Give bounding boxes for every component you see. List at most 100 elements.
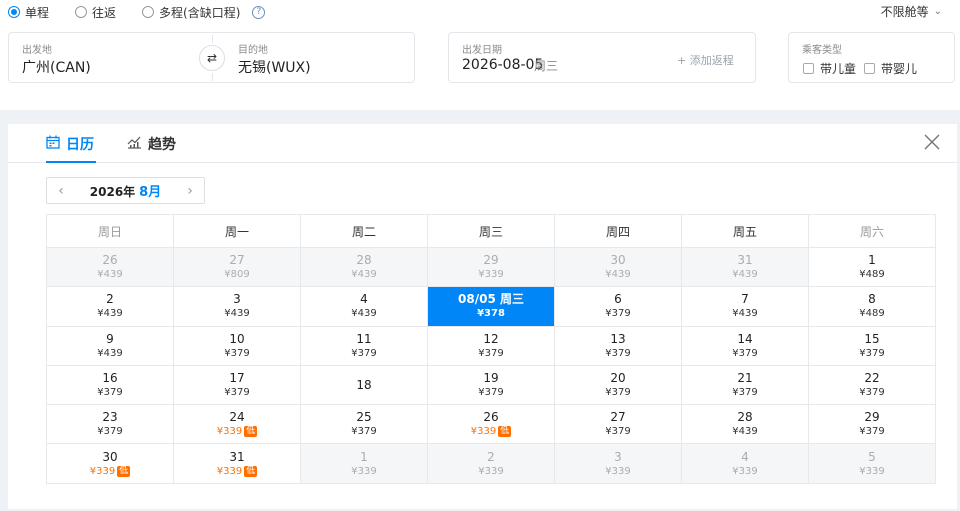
- calendar-day-cell[interactable]: 2 ¥439: [47, 287, 174, 327]
- day-number: 16: [102, 371, 118, 386]
- day-number: 31: [229, 449, 245, 464]
- calendar-day-cell[interactable]: 5 ¥339: [809, 444, 936, 484]
- calendar-day-cell[interactable]: 18: [301, 365, 428, 406]
- day-price: ¥339: [478, 465, 503, 478]
- calendar-day-cell[interactable]: 26 ¥439: [47, 248, 174, 288]
- calendar-day-cell[interactable]: 31 ¥439: [682, 248, 809, 288]
- search-bar: 单程 往返 多程(含缺口程) ? 不限舱等 ⌄ 出发地 广州(CAN) ⇄ 目的…: [0, 0, 960, 110]
- day-price: ¥439: [351, 268, 376, 281]
- calendar-day-cell[interactable]: 31 ¥339 低: [174, 444, 301, 484]
- day-price: ¥489: [859, 268, 884, 281]
- calendar-day-cell[interactable]: 1 ¥489: [809, 248, 936, 288]
- calendar-day-cell[interactable]: 25 ¥379: [301, 405, 428, 445]
- calendar-day-cell[interactable]: 29 ¥379: [809, 405, 936, 445]
- to-city-input[interactable]: 无锡(WUX): [238, 57, 311, 77]
- price-value: ¥439: [732, 426, 758, 438]
- calendar-day-cell-selected[interactable]: 08/05 周三 ¥378: [428, 287, 555, 327]
- tab-calendar[interactable]: 日历: [46, 134, 94, 154]
- day-number: 22: [864, 371, 880, 386]
- calendar-day-cell[interactable]: 30 ¥339 低: [47, 444, 174, 484]
- month-label: 2026年 8月: [75, 181, 176, 200]
- calendar-day-cell[interactable]: 2 ¥339: [428, 444, 555, 484]
- calendar-day-cell[interactable]: 28 ¥439: [682, 405, 809, 445]
- calendar-day-cell[interactable]: 7 ¥439: [682, 287, 809, 327]
- day-number: 17: [229, 371, 245, 386]
- calendar-day-cell[interactable]: 20 ¥379: [555, 365, 682, 406]
- help-icon[interactable]: ?: [252, 5, 266, 19]
- calendar-day-cell[interactable]: 17 ¥379: [174, 365, 301, 406]
- trip-type-multicity-radio[interactable]: 多程(含缺口程): [142, 4, 240, 21]
- calendar-day-cell[interactable]: 27 ¥809: [174, 248, 301, 288]
- tab-trend[interactable]: 趋势: [127, 134, 176, 154]
- depart-date-field[interactable]: 出发日期 2026-08-05 周三 + 添加返程: [448, 32, 756, 83]
- day-number: 10: [229, 331, 245, 346]
- close-icon[interactable]: [923, 133, 941, 151]
- calendar-day-cell[interactable]: 26 ¥339 低: [428, 405, 555, 445]
- calendar-day-cell[interactable]: 4 ¥439: [301, 287, 428, 327]
- calendar-day-cell[interactable]: 14 ¥379: [682, 326, 809, 366]
- calendar-day-cell[interactable]: 15 ¥379: [809, 326, 936, 366]
- low-price-badge: 低: [244, 465, 258, 477]
- calendar-day-cell[interactable]: 11 ¥379: [301, 326, 428, 366]
- calendar-day-cell[interactable]: 23 ¥379: [47, 405, 174, 445]
- calendar-day-cell[interactable]: 27 ¥379: [555, 405, 682, 445]
- cabin-class-dropdown[interactable]: 不限舱等 ⌄: [881, 3, 942, 20]
- next-month-button[interactable]: ›: [176, 183, 204, 199]
- day-number: 12: [483, 331, 499, 346]
- calendar-day-cell[interactable]: 13 ¥379: [555, 326, 682, 366]
- with-infant-checkbox[interactable]: 带婴儿: [864, 60, 917, 77]
- day-price: ¥379: [605, 347, 630, 360]
- calendar-day-cell[interactable]: 30 ¥439: [555, 248, 682, 288]
- with-child-checkbox[interactable]: 带儿童: [803, 60, 856, 77]
- day-price: ¥439: [732, 268, 757, 281]
- day-price: ¥339: [478, 268, 503, 281]
- calendar-day-cell[interactable]: 22 ¥379: [809, 365, 936, 406]
- calendar-day-cell[interactable]: 29 ¥339: [428, 248, 555, 288]
- divider: [212, 73, 213, 81]
- day-price: ¥339: [351, 465, 376, 478]
- trip-type-oneway-radio[interactable]: 单程: [8, 4, 49, 21]
- price-value: ¥379: [732, 347, 758, 359]
- day-price: ¥439: [224, 307, 249, 320]
- price-value: ¥379: [224, 347, 250, 359]
- calendar-day-cell[interactable]: 8 ¥489: [809, 287, 936, 327]
- day-number: 2: [106, 292, 114, 307]
- price-value: ¥379: [478, 347, 504, 359]
- calendar-day-cell[interactable]: 6 ¥379: [555, 287, 682, 327]
- calendar-day-cell[interactable]: 1 ¥339: [301, 444, 428, 484]
- calendar-day-cell[interactable]: 12 ¥379: [428, 326, 555, 366]
- day-price: ¥339 低: [217, 465, 258, 478]
- passenger-type-box: 乘客类型 带儿童 带婴儿: [788, 32, 955, 83]
- calendar-day-cell[interactable]: 16 ¥379: [47, 365, 174, 406]
- from-city-input[interactable]: 广州(CAN): [22, 57, 91, 77]
- price-value: ¥339: [478, 465, 504, 477]
- price-value: ¥339: [478, 269, 504, 281]
- calendar-day-cell[interactable]: 9 ¥439: [47, 326, 174, 366]
- prev-month-button[interactable]: ‹: [47, 183, 75, 199]
- day-number: 1: [868, 253, 876, 268]
- radio-dot: [75, 6, 88, 18]
- radio-dot: [142, 6, 155, 18]
- day-number: 26: [483, 410, 499, 425]
- weekday-header-cell: 周日: [47, 215, 174, 248]
- weekday-header-cell: 周一: [174, 215, 301, 248]
- day-number: 21: [737, 371, 753, 386]
- trip-type-roundtrip-radio[interactable]: 往返: [75, 4, 116, 21]
- price-value: ¥339: [351, 465, 377, 477]
- calendar-day-cell[interactable]: 24 ¥339 低: [174, 405, 301, 445]
- calendar-day-cell[interactable]: 28 ¥439: [301, 248, 428, 288]
- add-return-button[interactable]: + 添加返程: [677, 52, 734, 68]
- calendar-day-cell[interactable]: 3 ¥339: [555, 444, 682, 484]
- price-value: ¥339: [732, 465, 758, 477]
- calendar-day-cell[interactable]: 3 ¥439: [174, 287, 301, 327]
- price-value: ¥439: [97, 347, 123, 359]
- day-price: ¥379: [478, 386, 503, 399]
- calendar-day-cell[interactable]: 10 ¥379: [174, 326, 301, 366]
- month-navigator: ‹ 2026年 8月 ›: [46, 177, 205, 204]
- calendar-day-cell[interactable]: 21 ¥379: [682, 365, 809, 406]
- calendar-day-cell[interactable]: 4 ¥339: [682, 444, 809, 484]
- calendar-day-cell[interactable]: 19 ¥379: [428, 365, 555, 406]
- day-price: ¥379: [605, 425, 630, 438]
- swap-cities-icon[interactable]: ⇄: [199, 45, 225, 71]
- price-value: ¥379: [97, 426, 123, 438]
